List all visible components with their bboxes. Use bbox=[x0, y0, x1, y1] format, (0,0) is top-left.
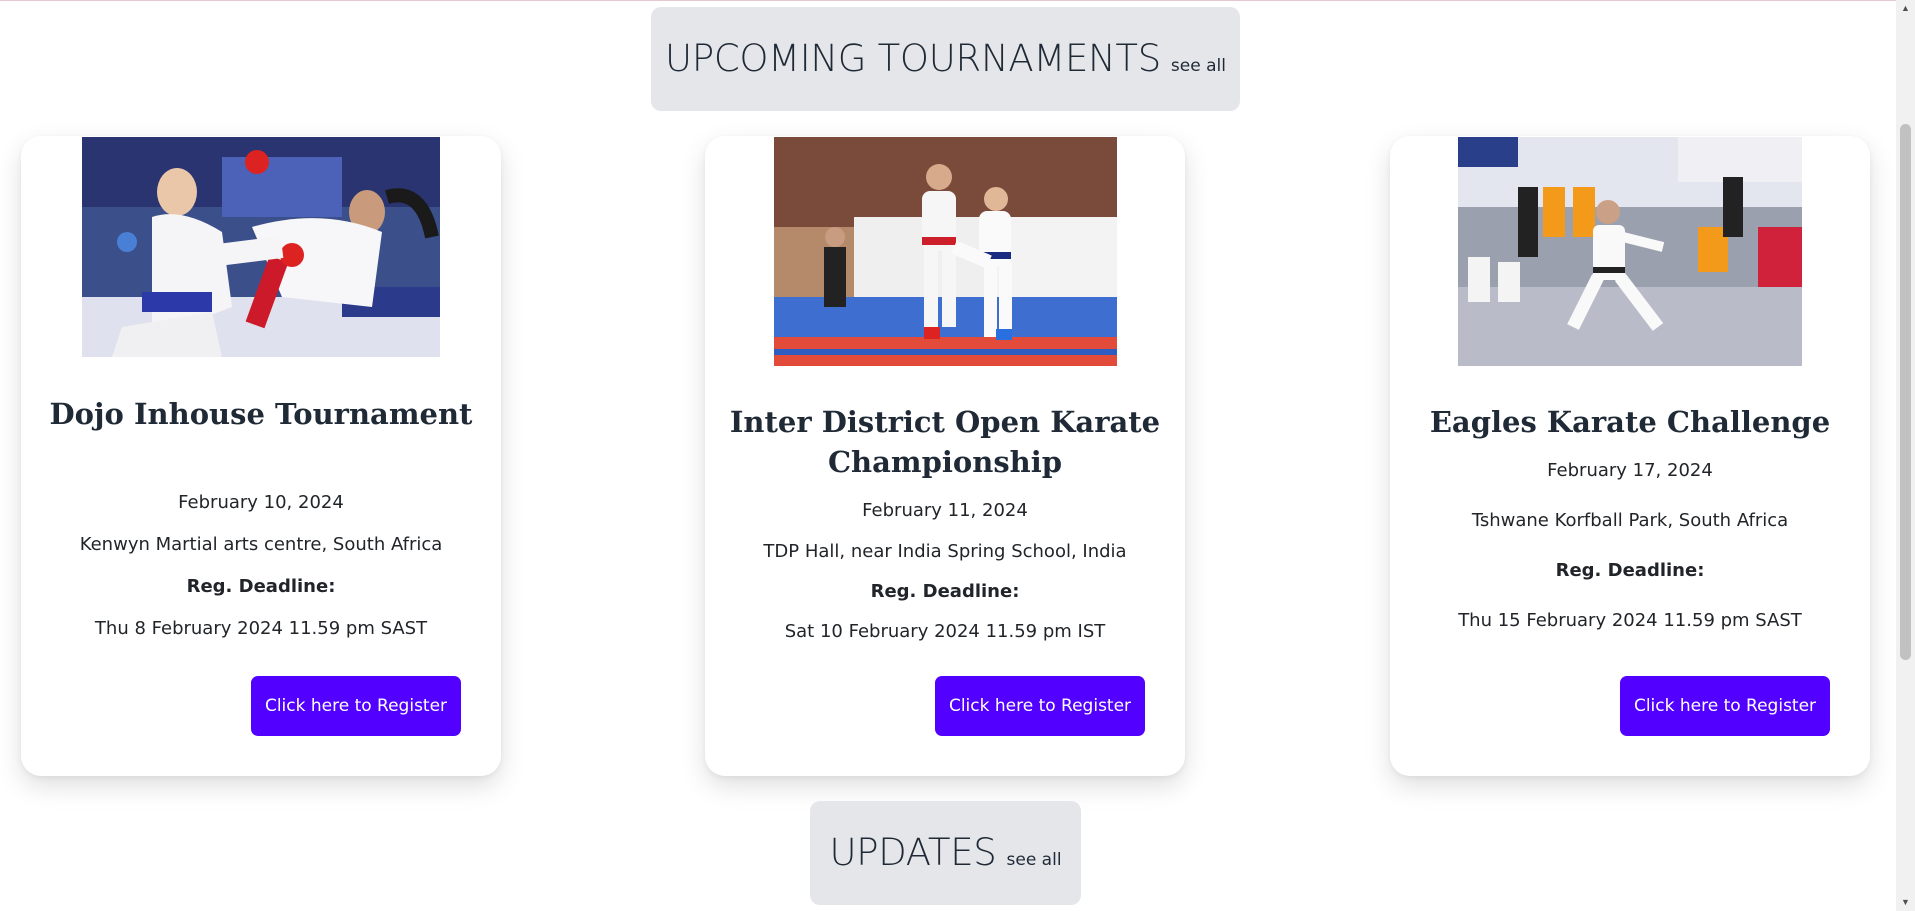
karate-kick-match-photo bbox=[774, 137, 1117, 366]
tournament-card: Inter District Open Karate Championship … bbox=[705, 136, 1185, 776]
tournament-date: February 11, 2024 bbox=[862, 500, 1028, 521]
upcoming-tournaments-header: UPCOMING TOURNAMENTS see all bbox=[651, 7, 1240, 111]
upcoming-see-all-link[interactable]: see all bbox=[1171, 56, 1226, 76]
updates-see-all-link[interactable]: see all bbox=[1007, 850, 1062, 870]
tournament-title: Eagles Karate Challenge bbox=[1429, 405, 1831, 439]
reg-deadline-label: Reg. Deadline: bbox=[870, 581, 1020, 602]
scroll-up-arrow-icon[interactable]: ▲ bbox=[1896, 0, 1915, 17]
scrollbar-thumb[interactable] bbox=[1900, 124, 1911, 660]
top-divider bbox=[0, 0, 1896, 1]
tournament-location: TDP Hall, near India Spring School, Indi… bbox=[763, 541, 1127, 562]
kata-demonstration-photo bbox=[1458, 137, 1802, 366]
updates-title: UPDATES bbox=[829, 831, 997, 874]
tournament-image bbox=[774, 137, 1117, 366]
reg-deadline-label: Reg. Deadline: bbox=[186, 576, 336, 597]
reg-deadline-value: Thu 15 February 2024 11.59 pm SAST bbox=[1458, 610, 1802, 631]
register-button[interactable]: Click here to Register bbox=[251, 676, 461, 736]
tournament-title: Inter District Open Karate Championship bbox=[729, 405, 1161, 479]
tournament-image bbox=[82, 137, 440, 357]
tournament-card: Eagles Karate Challenge February 17, 202… bbox=[1390, 136, 1870, 776]
tournament-card: Dojo Inhouse Tournament February 10, 202… bbox=[21, 136, 501, 776]
tournament-image bbox=[1458, 137, 1802, 366]
tournament-title: Dojo Inhouse Tournament bbox=[49, 397, 473, 431]
scroll-down-arrow-icon[interactable]: ▼ bbox=[1896, 894, 1915, 911]
reg-deadline-label: Reg. Deadline: bbox=[1555, 560, 1705, 581]
tournament-date: February 17, 2024 bbox=[1547, 460, 1713, 481]
tournament-location: Kenwyn Martial arts centre, South Africa bbox=[79, 534, 443, 555]
tournament-date: February 10, 2024 bbox=[178, 492, 344, 513]
reg-deadline-value: Thu 8 February 2024 11.59 pm SAST bbox=[94, 618, 428, 639]
reg-deadline-value: Sat 10 February 2024 11.59 pm IST bbox=[784, 621, 1106, 642]
tournament-location: Tshwane Korfball Park, South Africa bbox=[1471, 510, 1789, 531]
register-button[interactable]: Click here to Register bbox=[1620, 676, 1830, 736]
page-scrollbar[interactable]: ▲ ▼ bbox=[1896, 0, 1915, 911]
kumite-sparring-photo bbox=[82, 137, 440, 357]
updates-header: UPDATES see all bbox=[810, 801, 1081, 905]
upcoming-tournaments-title: UPCOMING TOURNAMENTS bbox=[665, 37, 1161, 80]
register-button[interactable]: Click here to Register bbox=[935, 676, 1145, 736]
